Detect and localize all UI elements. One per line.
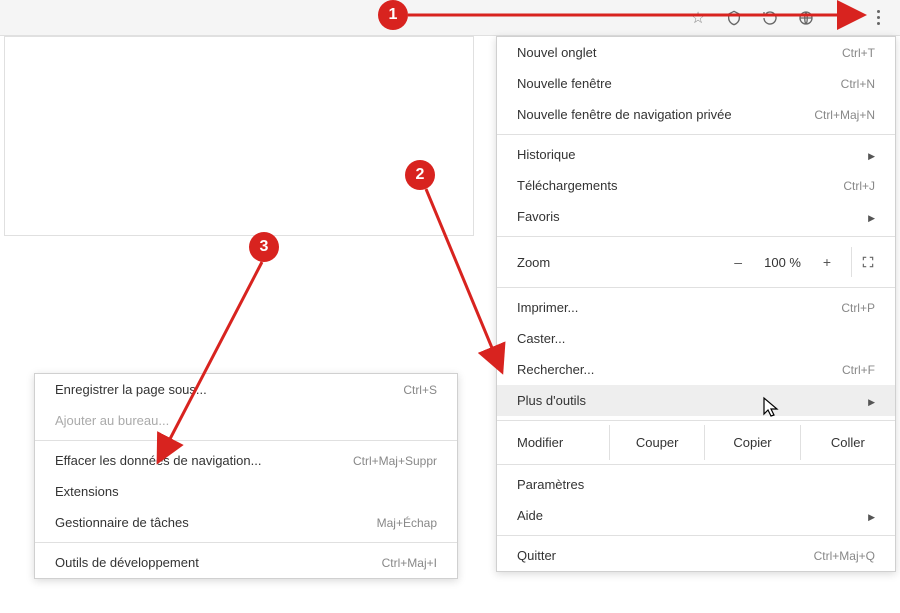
separator (497, 420, 895, 421)
menu-zoom: Zoom – 100 % + (497, 241, 895, 283)
zoom-label: Zoom (517, 255, 550, 270)
menu-print[interactable]: Imprimer... Ctrl+P (497, 292, 895, 323)
zoom-in-button[interactable]: + (811, 247, 843, 277)
kebab-menu-icon[interactable] (864, 4, 892, 32)
label: Gestionnaire de tâches (55, 515, 189, 530)
shield-icon[interactable] (720, 4, 748, 32)
shortcut: Ctrl+Maj+I (382, 556, 437, 570)
lock-icon[interactable] (828, 4, 856, 32)
more-tools-submenu: Enregistrer la page sous... Ctrl+S Ajout… (34, 373, 458, 579)
label: Nouvelle fenêtre (517, 76, 612, 91)
separator (497, 535, 895, 536)
shortcut: Ctrl+J (843, 179, 875, 193)
label: Caster... (517, 331, 565, 346)
separator (497, 287, 895, 288)
label: Plus d'outils (517, 393, 586, 408)
shortcut: Ctrl+T (842, 46, 875, 60)
submenu-add-desktop: Ajouter au bureau... (35, 405, 457, 436)
step-badge-2: 2 (405, 160, 435, 190)
fullscreen-icon[interactable] (851, 247, 883, 277)
submenu-save-page[interactable]: Enregistrer la page sous... Ctrl+S (35, 374, 457, 405)
browser-toolbar: ☆ (0, 0, 900, 36)
submenu-clear-data[interactable]: Effacer les données de navigation... Ctr… (35, 445, 457, 476)
menu-edit-row: Modifier Couper Copier Coller (497, 425, 895, 460)
separator (497, 134, 895, 135)
separator (35, 542, 457, 543)
chevron-right-icon (860, 508, 875, 523)
menu-new-tab[interactable]: Nouvel onglet Ctrl+T (497, 37, 895, 68)
label: Imprimer... (517, 300, 578, 315)
label: Aide (517, 508, 543, 523)
submenu-devtools[interactable]: Outils de développement Ctrl+Maj+I (35, 547, 457, 578)
star-icon[interactable]: ☆ (684, 4, 712, 32)
label: Favoris (517, 209, 560, 224)
menu-downloads[interactable]: Téléchargements Ctrl+J (497, 170, 895, 201)
label: Effacer les données de navigation... (55, 453, 261, 468)
separator (497, 236, 895, 237)
label: Historique (517, 147, 576, 162)
shortcut: Ctrl+Maj+Suppr (353, 454, 437, 468)
menu-help[interactable]: Aide (497, 500, 895, 531)
shortcut: Ctrl+N (841, 77, 875, 91)
label: Ajouter au bureau... (55, 413, 169, 428)
shortcut: Ctrl+F (842, 363, 875, 377)
submenu-task-manager[interactable]: Gestionnaire de tâches Maj+Échap (35, 507, 457, 538)
refresh-icon[interactable] (756, 4, 784, 32)
content-pane (4, 36, 474, 236)
paste-button[interactable]: Coller (800, 425, 895, 460)
menu-more-tools[interactable]: Plus d'outils (497, 385, 895, 416)
menu-incognito[interactable]: Nouvelle fenêtre de navigation privée Ct… (497, 99, 895, 130)
menu-find[interactable]: Rechercher... Ctrl+F (497, 354, 895, 385)
shortcut: Ctrl+S (403, 383, 437, 397)
menu-cast[interactable]: Caster... (497, 323, 895, 354)
label: Téléchargements (517, 178, 617, 193)
submenu-extensions[interactable]: Extensions (35, 476, 457, 507)
menu-settings[interactable]: Paramètres (497, 469, 895, 500)
chrome-main-menu: Nouvel onglet Ctrl+T Nouvelle fenêtre Ct… (496, 36, 896, 572)
cut-button[interactable]: Couper (609, 425, 704, 460)
label: Quitter (517, 548, 556, 563)
step-badge-3: 3 (249, 232, 279, 262)
label: Extensions (55, 484, 119, 499)
globe-icon[interactable] (792, 4, 820, 32)
separator (35, 440, 457, 441)
menu-quit[interactable]: Quitter Ctrl+Maj+Q (497, 540, 895, 571)
cursor-icon (762, 396, 780, 421)
edit-label: Modifier (497, 425, 609, 460)
label: Outils de développement (55, 555, 199, 570)
copy-button[interactable]: Copier (704, 425, 799, 460)
label: Paramètres (517, 477, 584, 492)
shortcut: Ctrl+Maj+Q (814, 549, 875, 563)
chevron-right-icon (860, 147, 875, 162)
shortcut: Ctrl+Maj+N (814, 108, 875, 122)
menu-history[interactable]: Historique (497, 139, 895, 170)
shortcut: Maj+Échap (377, 516, 437, 530)
label: Nouvel onglet (517, 45, 597, 60)
menu-bookmarks[interactable]: Favoris (497, 201, 895, 232)
menu-new-window[interactable]: Nouvelle fenêtre Ctrl+N (497, 68, 895, 99)
chevron-right-icon (860, 209, 875, 224)
step-badge-1: 1 (378, 0, 408, 30)
separator (497, 464, 895, 465)
chevron-right-icon (860, 393, 875, 408)
zoom-value: 100 % (756, 255, 809, 270)
shortcut: Ctrl+P (841, 301, 875, 315)
label: Rechercher... (517, 362, 594, 377)
zoom-out-button[interactable]: – (722, 247, 754, 277)
label: Enregistrer la page sous... (55, 382, 207, 397)
label: Nouvelle fenêtre de navigation privée (517, 107, 732, 122)
